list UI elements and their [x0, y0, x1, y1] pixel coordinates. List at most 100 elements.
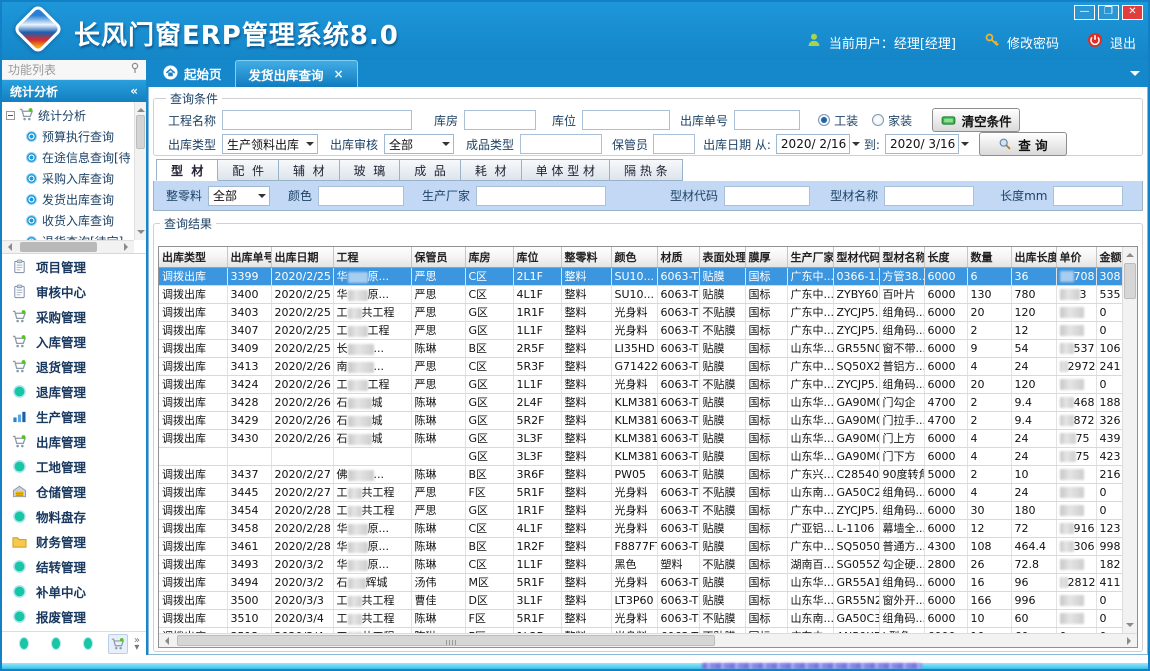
sidebar-item-补单中心[interactable]: 补单中心	[2, 579, 146, 604]
minimize-button[interactable]: —	[1074, 5, 1095, 20]
column-header-颜色[interactable]: 颜色	[611, 247, 657, 267]
logout-link[interactable]: 退出	[1110, 33, 1136, 52]
sidebar-item-工地管理[interactable]: 工地管理	[2, 454, 146, 479]
column-header-金额[interactable]: 金额	[1096, 247, 1122, 267]
tree-item-预算执行查询[interactable]: 预算执行查询	[6, 126, 146, 147]
sidebar-item-采购管理[interactable]: 采购管理	[2, 304, 146, 329]
sidebar-item-退货管理[interactable]: 退货管理	[2, 354, 146, 379]
clear-conditions-button[interactable]: 清空条件	[932, 108, 1020, 132]
table-row[interactable]: 调拨出库35002020/3/3工共工程曹佳D区3L1F整料LT3P606063…	[159, 591, 1122, 609]
tab-list-dropdown-icon[interactable]	[1130, 71, 1140, 81]
table-row[interactable]: 调拨出库34092020/2/25长...陈琳B区2R5F整料LI35HD606…	[159, 339, 1122, 357]
date-from-picker[interactable]: 2020/ 2/16	[776, 134, 850, 154]
length-input[interactable]	[1053, 186, 1123, 206]
sidebar-item-入库管理[interactable]: 入库管理	[2, 329, 146, 354]
sidebar-item-结转管理[interactable]: 结转管理	[2, 554, 146, 579]
product-type-input[interactable]	[520, 134, 602, 154]
material-tab-玻璃[interactable]: 玻 璃	[340, 159, 401, 181]
whole-piece-select[interactable]: 全部	[208, 186, 270, 206]
collapsed-module-dot-icon[interactable]	[19, 637, 29, 650]
tree-item-发货出库查询[interactable]: 发货出库查询	[6, 189, 146, 210]
project-name-input[interactable]	[222, 110, 412, 130]
material-tab-单体型材[interactable]: 单 体 型 材	[522, 159, 610, 181]
tree-item-在途信息查询待[interactable]: 在途信息查询[待	[6, 147, 146, 168]
material-tab-辅材[interactable]: 辅 材	[279, 159, 340, 181]
column-header-型材名称[interactable]: 型材名称	[879, 247, 924, 267]
scrollbar-thumb[interactable]	[177, 635, 715, 646]
collapsed-module-dot-icon[interactable]	[51, 637, 61, 650]
profile-code-input[interactable]	[724, 186, 810, 206]
column-header-长度[interactable]: 长度	[924, 247, 967, 267]
column-header-数量[interactable]: 数量	[967, 247, 1011, 267]
radio-home-decoration[interactable]	[872, 114, 884, 126]
column-header-整零料[interactable]: 整零料	[561, 247, 611, 267]
material-tab-耗材[interactable]: 耗 材	[461, 159, 522, 181]
table-row[interactable]: 调拨出库33992020/2/25华原...严思C区2L1F整料SU10...6…	[159, 267, 1122, 285]
table-row[interactable]: 调拨出库34282020/2/26石城陈琳G区2L4F整料KLM38176063…	[159, 393, 1122, 411]
scrollbar-thumb[interactable]	[1124, 263, 1136, 299]
sidebar-item-物料盘存[interactable]: 物料盘存	[2, 504, 146, 529]
table-row[interactable]: 调拨出库34302020/2/26石城陈琳G区3L3F整料KLM38176063…	[159, 429, 1122, 447]
location-input[interactable]	[582, 110, 670, 130]
column-header-材质[interactable]: 材质	[657, 247, 699, 267]
column-header-单价[interactable]: 单价	[1056, 247, 1096, 267]
cart-module-button[interactable]	[108, 634, 128, 654]
table-row[interactable]: 调拨出库35102020/3/4工共工程陈琳F区5R1F整料光身料6063-T5…	[159, 609, 1122, 627]
column-header-表面处理[interactable]: 表面处理	[699, 247, 745, 267]
sidebar-item-报废管理[interactable]: 报废管理	[2, 604, 146, 629]
outbound-audit-select[interactable]: 全部	[384, 134, 454, 154]
more-options-button[interactable]: »▾	[134, 637, 140, 651]
scroll-down-icon[interactable]	[1126, 623, 1134, 631]
material-tab-隔热条[interactable]: 隔 热 条	[610, 159, 683, 181]
sidebar-item-项目管理[interactable]: 项目管理	[2, 254, 146, 279]
column-header-保管员[interactable]: 保管员	[411, 247, 465, 267]
sidebar-item-退库管理[interactable]: 退库管理	[2, 379, 146, 404]
column-header-工程[interactable]: 工程	[333, 247, 411, 267]
table-row[interactable]: 调拨出库34542020/2/28工共工程严思G区1R1F整料光身料6063-T…	[159, 501, 1122, 519]
sidebar-item-审核中心[interactable]: 审核中心	[2, 279, 146, 304]
sidebar-item-仓储管理[interactable]: 仓储管理	[2, 479, 146, 504]
tab-home[interactable]: 起始页	[150, 60, 235, 87]
outbound-order-no-input[interactable]	[734, 110, 800, 130]
outbound-type-select[interactable]: 生产领料出库	[222, 134, 318, 154]
tree-vertical-scrollbar[interactable]	[134, 102, 146, 240]
color-input[interactable]	[318, 186, 404, 206]
scrollbar-thumb[interactable]	[20, 242, 97, 252]
collapse-icon[interactable]: «	[130, 84, 138, 98]
table-row[interactable]: 调拨出库34072020/2/25工工程严思G区1L1F整料光身料6063-T5…	[159, 321, 1122, 339]
table-row[interactable]: 调拨出库34002020/2/25华原...严思C区4L1F整料SU10...6…	[159, 285, 1122, 303]
tree-horizontal-scrollbar[interactable]	[2, 240, 134, 253]
pin-icon[interactable]	[130, 62, 140, 77]
column-header-出库长度[interactable]: 出库长度	[1011, 247, 1056, 267]
table-row[interactable]: 调拨出库34452020/2/27工共工程严思F区5R1F整料光身料6063-T…	[159, 483, 1122, 501]
profile-name-input[interactable]	[884, 186, 974, 206]
column-header-出库日期[interactable]: 出库日期	[271, 247, 333, 267]
table-row[interactable]: 调拨出库34612020/2/28华原...陈琳B区1R2F整料F8877FT6…	[159, 537, 1122, 555]
tree-item-采购入库查询[interactable]: 采购入库查询	[6, 168, 146, 189]
close-button[interactable]: ✕	[1122, 5, 1143, 20]
sidebar-section-header[interactable]: 统计分析 «	[2, 80, 146, 102]
column-header-膜厚[interactable]: 膜厚	[745, 247, 787, 267]
column-header-生产厂家[interactable]: 生产厂家	[787, 247, 833, 267]
column-header-出库单号[interactable]: 出库单号	[227, 247, 271, 267]
table-row[interactable]: 调拨出库34582020/2/28华原...陈琳C区4L1F整料光身料6063-…	[159, 519, 1122, 537]
radio-workwear[interactable]	[818, 114, 830, 126]
sidebar-item-生产管理[interactable]: 生产管理	[2, 404, 146, 429]
tree-expander-icon[interactable]	[6, 111, 15, 120]
column-header-型材代码[interactable]: 型材代码	[833, 247, 879, 267]
tab-close-icon[interactable]: ×	[334, 67, 344, 81]
maximize-button[interactable]: ❐	[1098, 5, 1119, 20]
tree-item-收货入库查询[interactable]: 收货入库查询	[6, 210, 146, 231]
table-row[interactable]: 调拨出库34242020/2/26工工程严思G区1L1F整料光身料6063-T5…	[159, 375, 1122, 393]
material-tab-成品[interactable]: 成 品	[400, 159, 461, 181]
tree-root-node[interactable]: 统计分析	[6, 105, 146, 126]
material-tab-型材[interactable]: 型 材	[156, 159, 218, 181]
table-row[interactable]: 调拨出库34942020/3/2石辉城汤伟M区5R1F整料光身料6063-T5贴…	[159, 573, 1122, 591]
table-row[interactable]: 调拨出库34132020/2/26南...严思C区5R3F整料G71422606…	[159, 357, 1122, 375]
scroll-up-icon[interactable]	[1126, 249, 1134, 257]
column-header-库房[interactable]: 库房	[465, 247, 513, 267]
column-header-库位[interactable]: 库位	[513, 247, 561, 267]
horizontal-scrollbar[interactable]	[159, 633, 1137, 647]
date-to-picker[interactable]: 2020/ 3/16	[885, 134, 959, 154]
search-button[interactable]: 查 询	[979, 132, 1067, 156]
